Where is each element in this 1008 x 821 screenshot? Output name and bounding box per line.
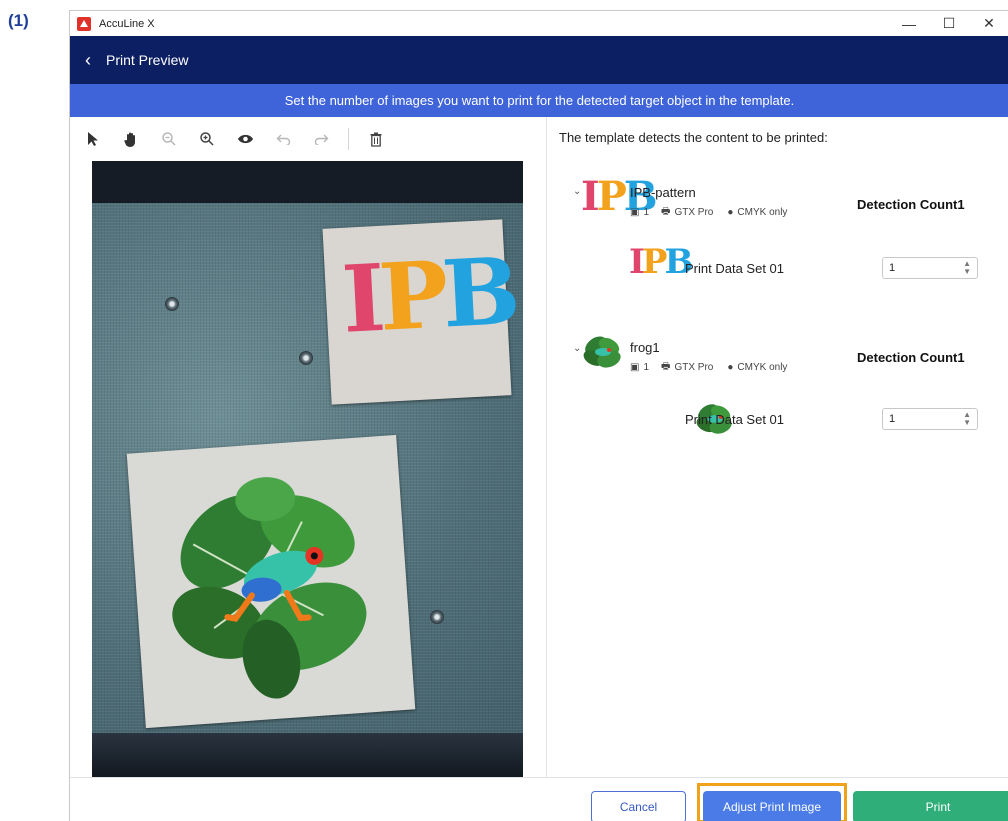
detection-pane: The template detects the content to be p… <box>548 117 1008 777</box>
printer-icon: 🖶 <box>661 206 671 217</box>
quantity-value: 1 <box>889 262 896 274</box>
redo-icon[interactable] <box>310 128 332 150</box>
pan-hand-icon[interactable] <box>120 128 142 150</box>
preview-canvas[interactable]: IPB <box>92 161 523 777</box>
thumb-letter-i: I <box>629 242 645 282</box>
platen-bolt <box>165 297 179 311</box>
image-count-icon: ▣ <box>630 207 640 218</box>
toolbar-divider <box>348 128 349 150</box>
detection-count-label: Detection Count <box>857 197 958 212</box>
quantity-value: 1 <box>889 413 896 425</box>
platen-bolt <box>299 351 313 365</box>
thumb-letter-p: P <box>641 242 668 282</box>
app-window: AccuLine X — ☐ ✕ ‹ Print Preview Set the… <box>69 10 1008 821</box>
frog-sheet[interactable] <box>126 434 416 729</box>
image-count: 1 <box>643 362 650 373</box>
frog-thumbnail <box>583 336 621 368</box>
printer-icon: 🖶 <box>661 361 671 372</box>
undo-icon[interactable] <box>272 128 294 150</box>
ipb-letter-p: P <box>376 240 446 352</box>
page-header: ‹ Print Preview <box>70 36 1008 84</box>
quantity-stepper[interactable]: 1 ▲ ▼ <box>882 408 978 430</box>
ink-mode: CMYK only <box>737 207 788 218</box>
thumb-letter-i: I <box>581 173 600 220</box>
print-button[interactable]: Print <box>853 791 1008 821</box>
printer-name: GTX Pro <box>674 207 714 218</box>
cancel-button[interactable]: Cancel <box>591 791 686 821</box>
app-title: AccuLine X <box>99 17 155 30</box>
detection-count-value: 1 <box>957 350 965 365</box>
printer-name: GTX Pro <box>674 362 714 373</box>
group-meta: ▣ 1 🖶 GTX Pro ● CMYK only <box>630 359 791 376</box>
figure-label: (1) <box>8 11 29 30</box>
eye-icon[interactable] <box>234 128 256 150</box>
minimize-button[interactable]: — <box>889 11 929 36</box>
detection-count-value: 1 <box>957 197 965 212</box>
adjust-print-image-button[interactable]: Adjust Print Image <box>703 791 841 821</box>
image-count: 1 <box>643 207 650 218</box>
detection-heading: The template detects the content to be p… <box>559 130 828 145</box>
quantity-stepper[interactable]: 1 ▲ ▼ <box>882 257 978 279</box>
footer-bar: Cancel Adjust Print Image Print <box>70 777 1008 821</box>
ipb-pattern-sheet[interactable]: IPB <box>322 219 517 405</box>
thumb-letter-p: P <box>596 173 627 220</box>
close-button[interactable]: ✕ <box>969 11 1008 36</box>
data-set-label: Print Data Set 01 <box>685 261 784 276</box>
app-logo-icon <box>77 16 91 31</box>
ipb-letter-i: I <box>339 244 383 354</box>
preview-toolbar <box>70 117 547 161</box>
zoom-out-icon[interactable] <box>158 128 180 150</box>
zoom-in-icon[interactable] <box>196 128 218 150</box>
image-count-icon: ▣ <box>630 362 640 373</box>
detection-count-label: Detection Count <box>857 350 958 365</box>
page-title: Print Preview <box>106 52 189 68</box>
frog-artwork <box>172 477 367 699</box>
data-set-label: Print Data Set 01 <box>685 412 784 427</box>
maximize-button[interactable]: ☐ <box>929 11 969 36</box>
platen-frame-top <box>92 161 523 203</box>
instruction-banner: Set the number of images you want to pri… <box>70 84 1008 117</box>
detection-count: Detection Count1 <box>857 197 965 212</box>
group-name: IPB-pattern <box>630 185 696 200</box>
ink-drop-icon: ● <box>727 207 734 218</box>
detection-count: Detection Count1 <box>857 350 965 365</box>
title-bar: AccuLine X — ☐ ✕ <box>70 11 1008 36</box>
group-meta: ▣ 1 🖶 GTX Pro ● CMYK only <box>630 204 791 221</box>
platen-frame-bottom <box>92 733 523 777</box>
platen-bolt <box>430 610 444 624</box>
data-set-thumbnail: IPB <box>629 242 693 282</box>
group-name: frog1 <box>630 340 660 355</box>
spin-arrows-icon[interactable]: ▲ ▼ <box>963 260 971 276</box>
spin-arrows-icon[interactable]: ▲ ▼ <box>963 411 971 427</box>
chevron-down-icon[interactable]: ⌄ <box>573 343 581 354</box>
ipb-artwork: IPB <box>339 237 516 354</box>
window-controls: — ☐ ✕ <box>889 11 1008 36</box>
ink-drop-icon: ● <box>727 362 734 373</box>
preview-pane: IPB <box>70 117 547 777</box>
back-button[interactable]: ‹ <box>76 48 100 72</box>
ipb-letter-b: B <box>439 236 517 349</box>
delete-icon[interactable] <box>365 128 387 150</box>
ink-mode: CMYK only <box>737 362 788 373</box>
select-arrow-icon[interactable] <box>82 128 104 150</box>
